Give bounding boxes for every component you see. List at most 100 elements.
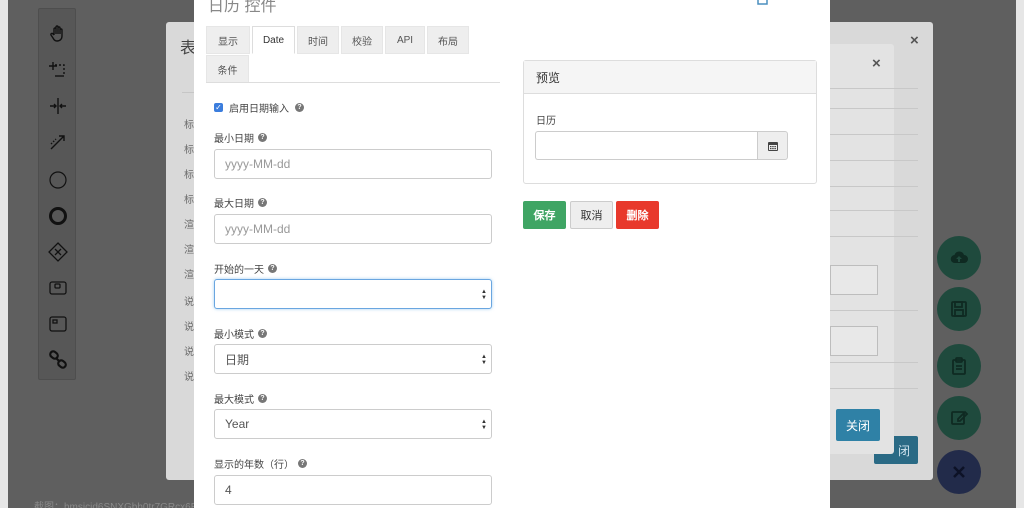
background-input[interactable] <box>830 265 878 295</box>
preview-title: 预览 <box>524 61 816 94</box>
start-day-select[interactable]: ▲ ▼ <box>214 279 492 309</box>
divider <box>830 310 918 311</box>
tab-layout[interactable]: 布局 <box>427 26 469 54</box>
start-day-label: 开始的一天 ? <box>214 261 277 276</box>
min-date-label: 最小日期 ? <box>214 130 267 145</box>
question-circle-icon: ? <box>258 198 267 207</box>
select-arrows-icon: ▲ ▼ <box>481 354 487 366</box>
background-row-label: 说 <box>184 297 194 308</box>
calendar-button[interactable] <box>757 131 788 160</box>
background-dialog-2-close-icon[interactable]: × <box>872 55 881 72</box>
start-day-label-text: 开始的一天 <box>214 265 264 276</box>
divider <box>830 134 918 135</box>
footer-text: 截图：hmsicid6SNXGbh0tr7GRcx6Rf3 <box>34 502 207 508</box>
connect-icon[interactable] <box>47 131 69 153</box>
modal-title: 日历 控件 <box>208 0 277 15</box>
select-arrows-icon: ▲ ▼ <box>481 419 487 431</box>
enable-date-input-checkbox[interactable]: ✓ <box>214 103 223 112</box>
divider <box>830 108 918 109</box>
enable-date-input-row[interactable]: ✓ 启用日期输入 ? <box>214 100 304 115</box>
fab-save[interactable] <box>937 287 981 331</box>
background-row-label: 说 <box>184 372 194 383</box>
divider <box>830 88 918 89</box>
background-row-label: 说 <box>184 322 194 333</box>
background-row-label: 渲 <box>184 245 194 256</box>
enable-date-input-label: 启用日期输入 <box>229 104 289 115</box>
link-icon[interactable] <box>47 349 69 371</box>
tab-time[interactable]: 时间 <box>297 26 339 54</box>
calendar-icon <box>767 140 779 152</box>
min-date-placeholder: yyyy-MM-dd <box>225 157 291 171</box>
background-dialog-close-icon[interactable]: × <box>910 32 919 49</box>
max-date-label: 最大日期 ? <box>214 195 267 210</box>
tool-palette <box>38 8 76 380</box>
question-circle-icon: ? <box>268 264 277 273</box>
tab-api[interactable]: API <box>385 26 425 54</box>
preview-calendar-input[interactable] <box>535 131 757 160</box>
fab-upload[interactable] <box>937 236 981 280</box>
task-icon[interactable] <box>47 277 69 299</box>
start-event-icon[interactable] <box>47 169 69 191</box>
years-shown-label-text: 显示的年数（行） <box>214 460 294 471</box>
background-row-label: 标 <box>184 170 194 181</box>
fab-edit[interactable] <box>937 396 981 440</box>
question-circle-icon: ? <box>258 329 267 338</box>
background-row-label: 渲 <box>184 220 194 231</box>
hand-icon[interactable] <box>47 23 69 45</box>
tab-date[interactable]: Date <box>252 26 295 54</box>
question-circle-icon: ? <box>295 103 304 112</box>
cloud-upload-icon <box>949 248 969 268</box>
max-mode-label-text: 最大模式 <box>214 395 254 406</box>
years-shown-value: 4 <box>225 483 232 497</box>
copy-icon[interactable] <box>756 0 770 9</box>
years-shown-input[interactable]: 4 <box>214 475 492 505</box>
background-dialog-2-close-button[interactable]: 关闭 <box>836 409 880 441</box>
min-mode-label: 最小模式 ? <box>214 326 267 341</box>
question-circle-icon: ? <box>258 394 267 403</box>
max-mode-label: 最大模式 ? <box>214 391 267 406</box>
tab-validation[interactable]: 校验 <box>341 26 383 54</box>
divider <box>830 388 918 389</box>
fab-close[interactable] <box>937 450 981 494</box>
min-mode-value: 日期 <box>225 352 250 367</box>
cancel-button[interactable]: 取消 <box>570 201 613 229</box>
divider <box>830 160 918 161</box>
question-circle-icon: ? <box>258 133 267 142</box>
lasso-icon[interactable] <box>47 59 69 81</box>
min-date-input[interactable]: yyyy-MM-dd <box>214 149 492 179</box>
window-left-edge <box>0 0 8 508</box>
divider <box>830 186 918 187</box>
years-shown-label: 显示的年数（行） ? <box>214 456 307 471</box>
background-row-label: 渲 <box>184 270 194 281</box>
fab-clipboard[interactable] <box>937 344 981 388</box>
background-row-label: 说 <box>184 347 194 358</box>
space-tool-icon[interactable] <box>47 95 69 117</box>
divider <box>830 236 918 237</box>
question-circle-icon: ? <box>298 459 307 468</box>
window-right-edge <box>1016 0 1024 508</box>
min-date-label-text: 最小日期 <box>214 134 254 145</box>
divider <box>830 210 918 211</box>
background-row-label: 标 <box>184 195 194 206</box>
preview-field-label: 日历 <box>536 116 556 127</box>
close-icon <box>949 462 969 482</box>
clipboard-icon <box>949 356 969 376</box>
gateway-icon[interactable] <box>47 241 69 263</box>
max-date-label-text: 最大日期 <box>214 199 254 210</box>
end-event-icon[interactable] <box>47 205 69 227</box>
tab-display[interactable]: 显示 <box>206 26 250 54</box>
subprocess-icon[interactable] <box>47 313 69 335</box>
delete-button[interactable]: 删除 <box>616 201 659 229</box>
background-row-label: 标 <box>184 120 194 131</box>
max-mode-select[interactable]: Year ▲ ▼ <box>214 409 492 439</box>
min-mode-select[interactable]: 日期 ▲ ▼ <box>214 344 492 374</box>
tab-conditional[interactable]: 条件 <box>206 55 249 83</box>
divider <box>830 362 918 363</box>
save-button[interactable]: 保存 <box>523 201 566 229</box>
tab-divider <box>206 82 500 83</box>
background-input[interactable] <box>830 326 878 356</box>
select-arrows-icon: ▲ ▼ <box>481 289 487 301</box>
max-date-input[interactable]: yyyy-MM-dd <box>214 214 492 244</box>
max-mode-value: Year <box>225 417 250 431</box>
modal-header-icons[interactable] <box>756 0 770 9</box>
